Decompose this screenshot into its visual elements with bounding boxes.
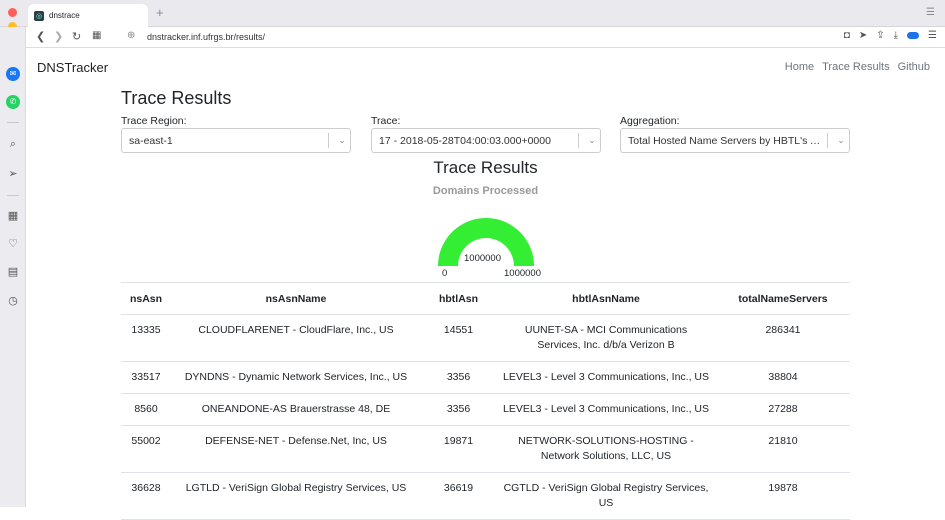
nav-trace-results[interactable]: Trace Results [822,61,889,73]
chevron-down-icon: ⌄ [338,135,346,145]
table-row: 33517 DYNDNS - Dynamic Network Services,… [121,361,850,394]
tabs-grid-icon[interactable]: ▦ [92,30,101,41]
gauge-subtitle: Domains Processed [432,185,539,197]
site-brand[interactable]: DNSTracker [37,60,108,75]
col-header-nsasnname[interactable]: nsAsnName [171,282,421,315]
nav-github[interactable]: Github [898,61,930,73]
site-info-icon[interactable]: ⊕ [127,30,135,41]
col-header-totalnameservers[interactable]: totalNameServers [716,282,850,315]
new-tab-icon[interactable]: + [156,5,164,20]
cell-hbtlasn: 3356 [421,361,496,394]
cell-totalnameservers: 38804 [716,361,850,394]
cell-totalnameservers: 21810 [716,425,850,473]
gauge-title: Trace Results [433,158,538,177]
reader-icon[interactable]: ▤ [6,265,20,279]
cell-nsasnname: DEFENSE-NET - Defense.Net, Inc, US [171,425,421,473]
sidebar-divider [7,195,19,196]
cell-hbtlasnname: CGTLD - VeriSign Global Registry Service… [496,472,716,520]
cell-hbtlasn: 36619 [421,472,496,520]
region-select-value: sa-east-1 [129,134,173,147]
table-row: 8560 ONEANDONE-AS Brauerstrasse 48, DE 3… [121,393,850,426]
history-icon[interactable]: ◷ [6,294,20,308]
table-header-row: nsAsn nsAsnName hbtlAsn hbtlAsnName tota… [121,282,850,315]
favicon-icon: ◎ [34,10,44,21]
gauge-max-label: 1000000 [504,268,541,279]
address-bar: ❮ ❯ ↻ ▦ ⊕ dnstracker.inf.ufrgs.br/result… [26,27,945,48]
nav-home[interactable]: Home [785,61,814,73]
chevron-down-icon: ⌄ [588,135,596,145]
tab-menu-icon[interactable]: ☰ [926,7,935,18]
aggregation-label: Aggregation: [620,115,680,127]
cell-nsasnname: CLOUDFLARENET - CloudFlare, Inc., US [171,314,421,362]
cell-nsasnname: DYNDNS - Dynamic Network Services, Inc.,… [171,361,421,394]
whatsapp-icon[interactable]: ✆ [6,95,20,109]
aggregation-select[interactable]: Total Hosted Name Servers by HBTL's A...… [620,128,850,153]
share-icon[interactable]: ⇪ [876,30,884,41]
cell-hbtlasn: 3356 [421,393,496,426]
url-field[interactable]: dnstracker.inf.ufrgs.br/results/ [147,32,265,42]
region-label: Trace Region: [121,115,187,127]
select-divider [578,133,579,148]
browser-tab[interactable]: ◎ dnstrace [28,4,148,27]
cell-hbtlasnname: LEVEL3 - Level 3 Communications, Inc., U… [496,393,716,426]
select-divider [827,133,828,148]
table-row: 36628 LGTLD - VeriSign Global Registry S… [121,472,850,520]
gauge-value-label: 1000000 [464,253,501,264]
cell-nsasn: 55002 [121,425,171,473]
address-bar-actions: ◘ ➤ ⇪ ⤓ ☰ [844,30,937,41]
reload-icon[interactable]: ↻ [72,30,81,43]
cell-hbtlasn: 19871 [421,425,496,473]
cell-nsasn: 13335 [121,314,171,362]
col-header-nsasn[interactable]: nsAsn [121,282,171,315]
download-icon[interactable]: ⤓ [894,30,898,41]
sidebar-toggle-icon[interactable] [907,32,920,39]
cell-hbtlasn: 14551 [421,314,496,362]
back-icon[interactable]: ❮ [36,30,45,43]
region-select[interactable]: sa-east-1 ⌄ [121,128,351,153]
cell-nsasn: 36628 [121,472,171,520]
send-icon[interactable]: ➢ [6,167,20,181]
cell-nsasnname: ONEANDONE-AS Brauerstrasse 48, DE [171,393,421,426]
table-row: 13335 CLOUDFLARENET - CloudFlare, Inc., … [121,314,850,362]
cell-hbtlasnname: LEVEL3 - Level 3 Communications, Inc., U… [496,361,716,394]
page-title: Trace Results [121,88,232,108]
messenger-icon[interactable]: ✉ [6,67,20,81]
sidebar-divider [7,122,19,123]
send-icon[interactable]: ➤ [859,30,867,41]
cell-hbtlasnname: NETWORK-SOLUTIONS-HOSTING - Network Solu… [496,425,716,473]
grid-icon[interactable]: ▦ [6,209,20,223]
results-table: nsAsn nsAsnName hbtlAsn hbtlAsnName tota… [121,282,850,520]
search-icon[interactable]: ⌕ [6,137,20,151]
forward-icon[interactable]: ❯ [54,30,63,43]
cell-totalnameservers: 19878 [716,472,850,520]
cell-nsasn: 8560 [121,393,171,426]
menu-icon[interactable]: ☰ [928,30,937,41]
trace-select-value: 17 - 2018-05-28T04:00:03.000+0000 [379,134,551,147]
camera-icon[interactable]: ◘ [844,30,850,41]
aggregation-select-value: Total Hosted Name Servers by HBTL's A... [628,134,822,147]
col-header-hbtlasn[interactable]: hbtlAsn [421,282,496,315]
chevron-down-icon: ⌄ [837,135,845,145]
web-page: DNSTracker Home Trace Results Github Tra… [26,48,945,520]
cell-nsasn: 33517 [121,361,171,394]
table-row: 55002 DEFENSE-NET - Defense.Net, Inc, US… [121,425,850,473]
close-window-button[interactable] [8,8,17,17]
trace-label: Trace: [371,115,401,127]
gauge-min-label: 0 [442,268,448,279]
trace-select[interactable]: 17 - 2018-05-28T04:00:03.000+0000 ⌄ [371,128,601,153]
site-nav: Home Trace Results Github [785,61,930,73]
cell-totalnameservers: 27288 [716,393,850,426]
cell-totalnameservers: 286341 [716,314,850,362]
tab-title: dnstrace [49,11,80,20]
select-divider [328,133,329,148]
heart-icon[interactable]: ♡ [6,237,20,251]
cell-hbtlasnname: UUNET-SA - MCI Communications Services, … [496,314,716,362]
browser-tab-bar: ◎ dnstrace + ☰ [0,0,945,45]
col-header-hbtlasnname[interactable]: hbtlAsnName [496,282,716,315]
browser-sidebar: ✉ ✆ ⌕ ➢ ▦ ♡ ▤ ◷ [0,27,26,507]
cell-nsasnname: LGTLD - VeriSign Global Registry Service… [171,472,421,520]
